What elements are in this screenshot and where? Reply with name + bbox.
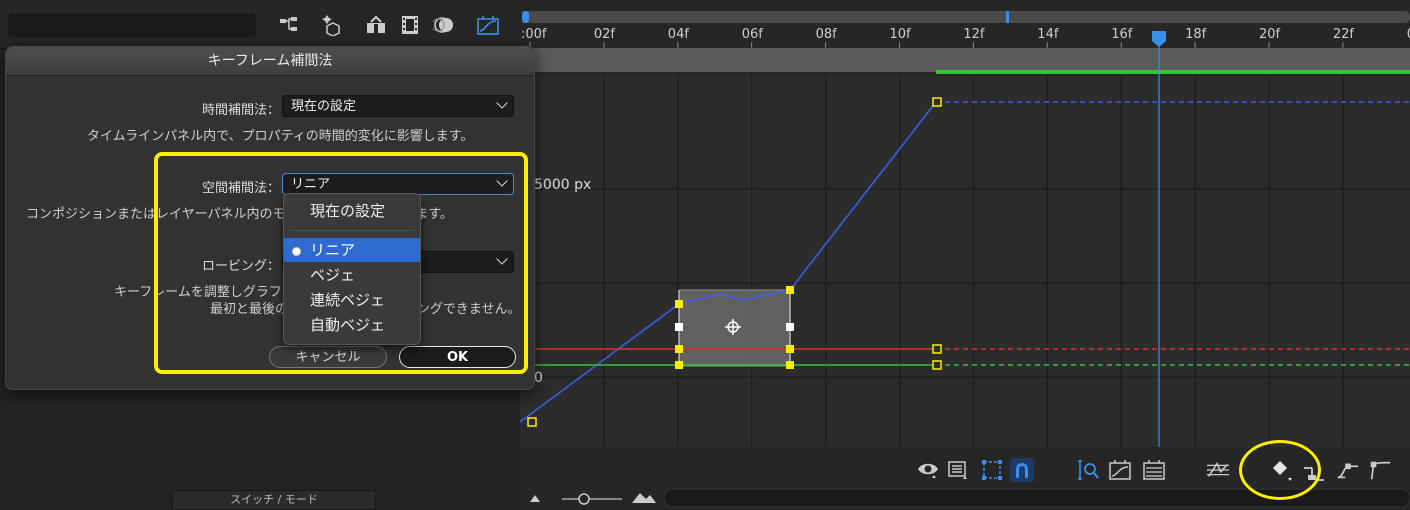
graph-canvas[interactable]: :00f02f04f06f08f10f12f14f16f18f20f22f01 … [520, 0, 1410, 510]
motion-blur-icon[interactable] [432, 14, 456, 36]
keyframe-selected[interactable] [786, 286, 794, 294]
keyframe-selected[interactable] [786, 345, 794, 353]
temporal-interpolation-select[interactable]: 現在の設定 [282, 95, 514, 117]
temporal-interpolation-value: 現在の設定 [291, 99, 357, 114]
temporal-interpolation-desc: タイムラインパネル内で、プロパティの時間的変化に影響します。 [87, 129, 474, 144]
time-tick-label: 08f [816, 27, 838, 42]
keyframe-selected[interactable] [675, 361, 683, 369]
time-tick-label: 04f [668, 27, 690, 42]
time-tick-label: 16f [1111, 27, 1133, 42]
zoom-slider-knob[interactable] [578, 493, 590, 505]
value-label-high: 5000 px [534, 177, 591, 193]
chevron-down-icon [496, 97, 508, 109]
graph-background[interactable] [520, 76, 1410, 447]
time-tick-label: 20f [1259, 27, 1281, 42]
comp-range-strip [520, 48, 1410, 72]
edit-speed-icon[interactable] [1142, 458, 1166, 482]
highlight-annotation-rect [154, 152, 528, 374]
value-label-zero: 0 [534, 370, 543, 386]
left-toolbar [0, 0, 520, 49]
transform-box-icon[interactable] [980, 458, 1004, 482]
time-tick-label: 02f [594, 27, 616, 42]
graph-editor[interactable]: :00f02f04f06f08f10f12f14f16f18f20f22f01 … [520, 0, 1410, 510]
keyframe-hollow[interactable] [932, 97, 942, 107]
show-properties-icon[interactable] [916, 458, 940, 482]
time-tick-label: :00f [521, 27, 547, 42]
film-strip-icon[interactable] [398, 14, 422, 36]
keyframe-selected[interactable] [675, 345, 683, 353]
fit-all-icon[interactable] [1108, 458, 1132, 482]
graph-editor-icon[interactable] [476, 14, 500, 36]
keyframe-selected[interactable] [786, 361, 794, 369]
comp-settings-icon[interactable] [364, 14, 388, 36]
layer-duration-bar [936, 70, 1410, 74]
keyframe-selection-box[interactable] [678, 289, 791, 367]
temporal-interpolation-label: 時間補間法： [201, 103, 280, 118]
transform-handle[interactable] [675, 323, 683, 331]
time-tick-label: 10f [890, 27, 912, 42]
graph-type-icon[interactable] [946, 458, 970, 482]
time-tick-label: 14f [1037, 27, 1059, 42]
fit-selection-icon[interactable] [1076, 458, 1100, 482]
keyframe-hollow[interactable] [932, 360, 942, 370]
dialog-title: キーフレーム補間法 [6, 47, 534, 76]
switch-mode-toggle[interactable]: スイッチ / モード [172, 490, 376, 510]
work-area-marker[interactable] [1006, 11, 1009, 23]
time-tick-label: 06f [742, 27, 764, 42]
work-area-bar[interactable] [524, 11, 1410, 23]
time-tick-label: 12f [963, 27, 985, 42]
highlight-annotation-circle [1239, 440, 1321, 500]
easy-ease-icon[interactable] [1336, 458, 1360, 482]
flowchart-icon[interactable] [278, 14, 302, 36]
keyframe-selected[interactable] [675, 300, 683, 308]
work-area-start[interactable] [522, 11, 529, 23]
keyframe-hollow[interactable] [932, 344, 942, 354]
new-shape-icon[interactable] [320, 14, 344, 36]
time-tick-label: 22f [1333, 27, 1355, 42]
easy-ease-out-icon[interactable] [1368, 458, 1392, 482]
snap-icon[interactable] [1010, 458, 1034, 482]
keyframe-hollow[interactable] [527, 417, 537, 427]
transform-handle[interactable] [786, 323, 794, 331]
separate-dimensions-icon[interactable] [1206, 458, 1230, 482]
search-input[interactable] [8, 13, 256, 37]
time-tick-label: 18f [1185, 27, 1207, 42]
